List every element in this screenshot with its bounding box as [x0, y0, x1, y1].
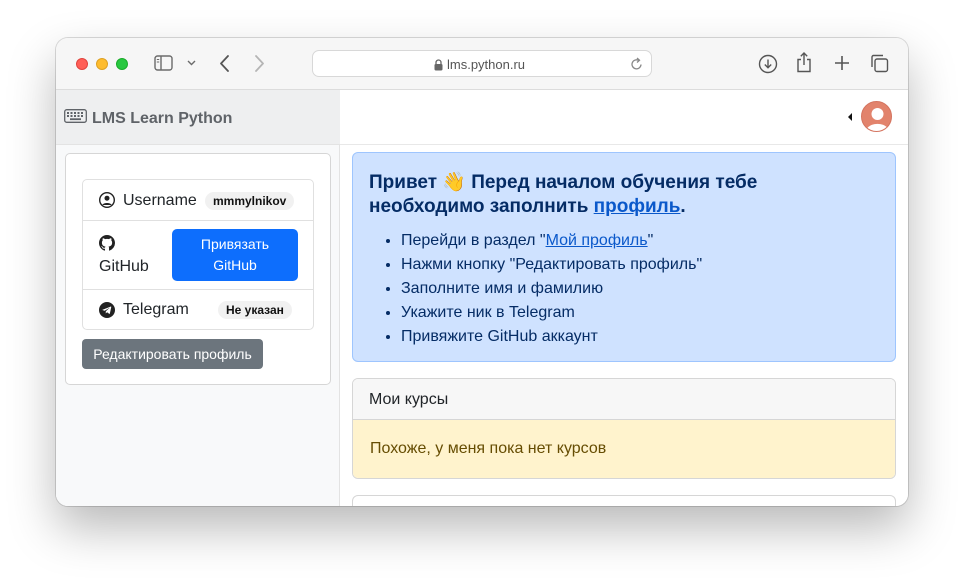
address-bar[interactable]: lms.python.ru [312, 50, 652, 77]
minimize-window-button[interactable] [96, 58, 108, 70]
profile-card: Username mmmylnikov GitHub Привязать Git… [65, 153, 331, 385]
step-text: " [647, 232, 654, 249]
github-icon [99, 235, 115, 256]
brand-name: LMS Learn Python [92, 109, 233, 127]
sidebar-header: LMS Learn Python [56, 90, 340, 145]
address-url: lms.python.ru [447, 57, 526, 72]
list-item: Укажите ник в Telegram [401, 301, 702, 325]
user-circle-icon [98, 191, 116, 213]
tab-overview-icon[interactable] [870, 54, 889, 73]
page-content: LMS Learn Python Username mmmylnikov Git… [56, 90, 908, 506]
telegram-badge: Не указан [218, 301, 292, 319]
browser-window: lms.python.ru LMS Learn Python Username … [56, 38, 908, 506]
username-label: Username [123, 192, 197, 209]
close-window-button[interactable] [76, 58, 88, 70]
keyboard-icon [64, 109, 87, 128]
telegram-row: Telegram Не указан [83, 290, 313, 330]
top-navbar [340, 90, 908, 145]
next-card [352, 495, 896, 506]
alert-title-end: . [680, 196, 686, 217]
chevron-down-icon[interactable] [187, 60, 196, 66]
new-tab-plus-icon[interactable] [834, 55, 850, 71]
lock-icon [434, 58, 443, 76]
username-row: Username mmmylnikov [83, 180, 313, 221]
caret-left-icon[interactable] [848, 113, 852, 121]
onboarding-alert: Привет 👋 Перед началом обучения тебе нео… [352, 152, 896, 362]
telegram-label: Telegram [123, 301, 189, 318]
profile-list: Username mmmylnikov GitHub Привязать Git… [82, 179, 314, 330]
onboarding-steps: Перейди в раздел "Мой профиль" Нажми кно… [401, 229, 702, 349]
forward-arrow-icon[interactable] [254, 55, 265, 72]
download-icon[interactable] [758, 54, 778, 74]
list-item: Перейди в раздел "Мой профиль" [401, 229, 702, 253]
avatar[interactable] [861, 101, 892, 132]
alert-title: Привет 👋 Перед началом обучения тебе нео… [369, 171, 869, 219]
link-github-line2: GitHub [213, 257, 257, 273]
list-item: Заполните имя и фамилию [401, 277, 702, 301]
step-text: Перейди в раздел " [401, 232, 546, 249]
link-github-button[interactable]: Привязать GitHub [172, 229, 298, 281]
share-icon[interactable] [796, 52, 812, 73]
telegram-icon [99, 302, 115, 323]
my-courses-card: Мои курсы Похоже, у меня пока нет курсов [352, 378, 896, 479]
my-profile-link[interactable]: Мой профиль [546, 232, 648, 249]
github-row: GitHub Привязать GitHub [83, 221, 313, 290]
courses-empty-alert: Похоже, у меня пока нет курсов [353, 420, 895, 478]
edit-profile-button[interactable]: Редактировать профиль [82, 339, 263, 369]
back-arrow-icon[interactable] [219, 55, 230, 72]
alert-title-text: Привет 👋 Перед началом обучения тебе нео… [369, 172, 758, 217]
github-label: GitHub [99, 258, 149, 275]
browser-toolbar: lms.python.ru [56, 38, 908, 90]
brand-link[interactable]: LMS Learn Python [64, 109, 232, 128]
sidebar-toggle-icon[interactable] [154, 55, 173, 71]
username-badge: mmmylnikov [205, 192, 295, 210]
courses-header: Мои курсы [353, 379, 895, 420]
reload-icon[interactable] [630, 57, 643, 76]
profile-link[interactable]: профиль [594, 196, 681, 217]
sidebar: LMS Learn Python Username mmmylnikov Git… [56, 90, 340, 506]
list-item: Привяжите GitHub аккаунт [401, 325, 702, 349]
list-item: Нажми кнопку "Редактировать профиль" [401, 253, 702, 277]
link-github-line1: Привязать [200, 236, 270, 252]
zoom-window-button[interactable] [116, 58, 128, 70]
